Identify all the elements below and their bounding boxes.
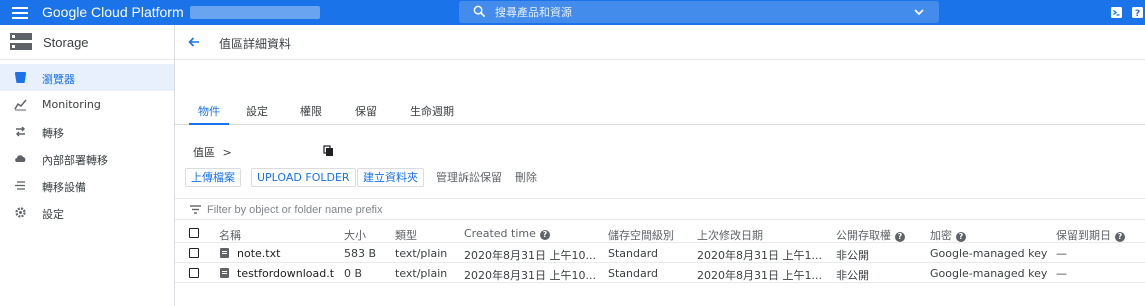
- column-header-retention-label: 保留到期日: [1056, 229, 1111, 242]
- row-checkbox[interactable]: [189, 268, 199, 278]
- row-checkbox[interactable]: [189, 248, 199, 258]
- sidebar-title: Storage: [43, 35, 89, 50]
- create-folder-button[interactable]: 建立資料夾: [357, 168, 424, 187]
- sidebar-header: Storage: [0, 25, 174, 60]
- sidebar-item-monitoring[interactable]: Monitoring: [0, 91, 174, 118]
- breadcrumb-separator: >: [222, 146, 232, 159]
- chart-icon: [14, 99, 27, 111]
- help-icon[interactable]: ?: [1115, 232, 1125, 242]
- object-public-access: 非公開: [836, 269, 869, 282]
- object-name-link[interactable]: testfordownload.t: [237, 267, 337, 280]
- column-header-type[interactable]: 類型: [395, 227, 417, 243]
- tab-lifecycle[interactable]: 生命週期: [410, 103, 454, 125]
- bucket-icon: [15, 72, 26, 83]
- project-selector[interactable]: [190, 6, 320, 19]
- object-name-link[interactable]: note.txt: [237, 247, 337, 260]
- filter-input[interactable]: [207, 201, 807, 219]
- file-icon: [220, 248, 229, 258]
- tab-retention[interactable]: 保留: [355, 103, 377, 125]
- upload-files-button[interactable]: 上傳檔案: [185, 168, 241, 187]
- object-public-access: 非公開: [836, 249, 869, 262]
- object-retention: —: [1056, 247, 1067, 260]
- tab-configuration[interactable]: 設定: [246, 103, 268, 125]
- column-header-storage-class[interactable]: 儲存空間級別: [608, 227, 674, 243]
- transfer-icon: [16, 126, 25, 137]
- table-row[interactable]: testfordownload.t 0 B text/plain 2020年8月…: [175, 263, 1145, 283]
- object-created: 2020年8月31日 上午10...: [464, 269, 596, 282]
- column-header-retention[interactable]: 保留到期日?: [1056, 227, 1125, 243]
- help-icon[interactable]: ?: [539, 230, 550, 240]
- sidebar-item-browser[interactable]: 瀏覽器: [0, 64, 174, 91]
- file-icon: [220, 268, 229, 278]
- search-bar[interactable]: [459, 1, 939, 23]
- page-header: 值區詳細資料: [175, 25, 1145, 60]
- object-type: text/plain: [395, 267, 448, 280]
- sidebar-item-transfer-appliance[interactable]: 轉移設備: [0, 172, 174, 199]
- cloud-shell-icon[interactable]: [1110, 6, 1123, 19]
- sidebar-item-label: 轉移設備: [42, 181, 86, 194]
- object-modified: 2020年8月31日 上午1...: [697, 249, 822, 262]
- svg-text:?: ?: [1135, 9, 1140, 19]
- objects-table: 名稱 大小 類型 Created time? 儲存空間級別 上次修改日期 公開存…: [175, 223, 1145, 283]
- tab-permissions[interactable]: 權限: [300, 103, 322, 125]
- help-icon[interactable]: ?: [895, 232, 905, 242]
- cloud-upload-icon: [15, 155, 26, 162]
- help-icon[interactable]: ?: [1131, 6, 1144, 19]
- top-app-bar: Google Cloud Platform ?: [0, 0, 1145, 25]
- delete-button[interactable]: 刪除: [509, 168, 543, 187]
- page-title: 值區詳細資料: [219, 37, 292, 51]
- appliance-icon: [15, 181, 25, 190]
- search-icon: [473, 5, 486, 18]
- object-size: 0 B: [344, 267, 363, 280]
- brand-title[interactable]: Google Cloud Platform: [42, 4, 184, 20]
- upload-folder-button[interactable]: UPLOAD FOLDER: [251, 168, 356, 187]
- object-encryption: Google-managed key: [930, 267, 1048, 280]
- menu-icon[interactable]: [12, 4, 28, 20]
- column-header-created[interactable]: Created time?: [464, 227, 550, 240]
- sidebar-item-label: 內部部署轉移: [42, 154, 108, 167]
- object-storage-class: Standard: [608, 247, 659, 260]
- object-storage-class: Standard: [608, 267, 659, 280]
- sidebar: Storage 瀏覽器 Monitoring 轉移 內部部署轉移 轉移設備 設定: [0, 25, 175, 306]
- column-header-public-label: 公開存取權: [836, 229, 891, 242]
- sidebar-item-label: Monitoring: [42, 98, 101, 111]
- sidebar-item-label: 設定: [42, 208, 64, 221]
- object-size: 583 B: [344, 247, 377, 260]
- sidebar-item-onprem-transfer[interactable]: 內部部署轉移: [0, 145, 174, 172]
- tab-objects[interactable]: 物件: [189, 103, 229, 125]
- storage-icon: [10, 33, 32, 50]
- gear-icon: [15, 207, 26, 218]
- object-retention: —: [1056, 267, 1067, 280]
- object-encryption: Google-managed key: [930, 247, 1048, 260]
- filter-bar: [175, 198, 1145, 220]
- breadcrumb-root[interactable]: 值區: [193, 146, 215, 159]
- breadcrumb: 值區 >: [193, 144, 232, 160]
- search-input[interactable]: [495, 3, 895, 21]
- object-type: text/plain: [395, 247, 448, 260]
- object-created: 2020年8月31日 上午10...: [464, 249, 596, 262]
- column-header-encryption-label: 加密: [930, 229, 952, 242]
- column-header-encryption[interactable]: 加密?: [930, 227, 966, 243]
- manage-holds-button[interactable]: 管理訴訟保留: [430, 168, 508, 187]
- table-header-row: 名稱 大小 類型 Created time? 儲存空間級別 上次修改日期 公開存…: [175, 223, 1145, 243]
- sidebar-item-label: 轉移: [42, 127, 64, 140]
- column-header-size[interactable]: 大小: [344, 227, 366, 243]
- tab-bar: 物件 設定 權限 保留 生命週期: [175, 95, 1145, 125]
- sidebar-item-settings[interactable]: 設定: [0, 199, 174, 226]
- column-header-name[interactable]: 名稱: [219, 227, 241, 243]
- help-icon[interactable]: ?: [956, 232, 966, 242]
- sidebar-item-transfer[interactable]: 轉移: [0, 118, 174, 145]
- back-arrow-icon[interactable]: [187, 35, 201, 49]
- chevron-down-icon[interactable]: [913, 6, 925, 18]
- column-header-public-access[interactable]: 公開存取權?: [836, 227, 905, 243]
- table-row[interactable]: note.txt 583 B text/plain 2020年8月31日 上午1…: [175, 243, 1145, 263]
- column-header-modified[interactable]: 上次修改日期: [697, 227, 763, 243]
- select-all-checkbox[interactable]: [189, 228, 199, 238]
- copy-icon[interactable]: [323, 145, 334, 157]
- sidebar-item-label: 瀏覽器: [42, 73, 75, 86]
- object-modified: 2020年8月31日 上午1...: [697, 269, 822, 282]
- column-header-created-label: Created time: [464, 227, 536, 240]
- filter-icon: [190, 205, 201, 214]
- main-content: 值區詳細資料 物件 設定 權限 保留 生命週期 值區 > 上傳檔案 UPLOAD…: [175, 25, 1145, 306]
